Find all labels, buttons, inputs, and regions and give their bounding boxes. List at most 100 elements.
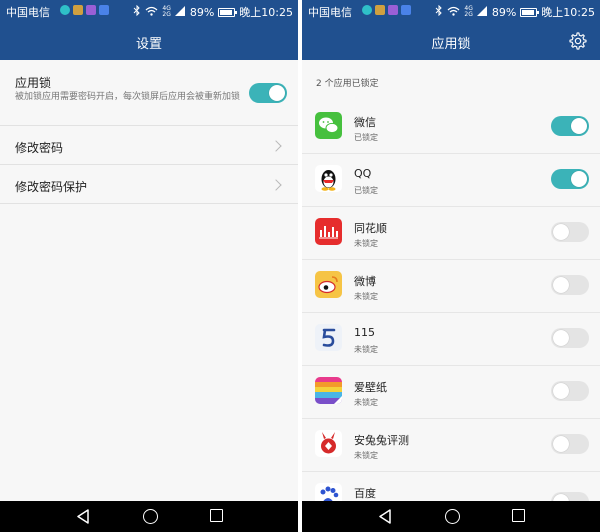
back-icon[interactable] [76,509,90,524]
lock-toggle[interactable] [551,434,589,454]
battery-percent: 89% [189,5,215,19]
back-icon[interactable] [378,509,392,524]
toggle-knob [553,330,569,346]
app-status: 已锁定 [354,133,378,142]
photo-icon [375,5,385,15]
status-bar: 中国电信 4G 2G 89% 晚上10:25 [302,0,600,22]
app-name: QQ [354,167,372,180]
app-status: 未锁定 [354,398,378,407]
app-status: 已锁定 [354,186,378,195]
app-lock-screen: 中国电信 4G 2G 89% 晚上10:25 应用锁 2 个应用已锁定 微信 已… [302,0,600,532]
app-lock-description: 被加锁应用需要密码开启，每次锁屏后应用会被重新加锁 [15,92,241,102]
change-password-protection-row[interactable]: 修改密码保护 [0,165,298,204]
app-name: 安兔兔评测 [354,434,409,447]
page-title: 应用锁 [431,37,471,52]
lock-toggle[interactable] [551,275,589,295]
navigation-bar [0,501,298,532]
change-password-protection-label: 修改密码保护 [15,180,88,194]
app-icon [86,5,96,15]
status-bar: 中国电信 4G 2G 89% 晚上10:25 [0,0,298,22]
battery-fill [522,9,535,15]
app-name: 爱壁纸 [354,381,387,394]
wifi-icon [447,6,460,19]
locked-count: 2 个应用已锁定 [316,79,379,89]
toggle-knob [553,436,569,452]
settings-screen: 中国电信 4G 2G 89% 晚上10:25 设置 应用锁 被加锁应用需要密码开… [0,0,298,532]
antutu-icon [315,430,342,457]
clock: 晚上10:25 [239,6,293,19]
notification-icon [362,5,372,15]
wallpaper-icon [315,377,342,404]
navigation-bar [302,501,600,532]
home-icon[interactable] [445,509,460,524]
toggle-knob [269,85,285,101]
settings-header: 设置 [0,22,298,60]
app-row-wallpaper[interactable]: 爱壁纸 未锁定 [302,366,600,419]
network-type: 4G 2G [464,5,473,18]
app-status: 未锁定 [354,345,378,354]
app-status: 未锁定 [354,451,378,460]
app-lock-title: 应用锁 [15,76,52,90]
115-icon [315,324,342,351]
app-status: 未锁定 [354,292,378,301]
battery-icon [218,7,238,17]
app-name: 百度 [354,487,376,500]
message-icon [401,5,411,15]
network-type: 4G 2G [162,5,171,18]
battery-fill [220,9,233,15]
app-name: 115 [354,326,375,339]
app-lock-row[interactable]: 应用锁 被加锁应用需要密码开启，每次锁屏后应用会被重新加锁 [0,60,298,126]
page-title: 设置 [135,37,162,52]
change-password-row[interactable]: 修改密码 [0,126,298,165]
app-row-tonghuashun[interactable]: 同花顺 未锁定 [302,207,600,260]
gear-icon[interactable] [568,31,588,51]
signal-icon [476,5,488,19]
carrier-label: 中国电信 [308,6,352,19]
bluetooth-icon [133,4,141,19]
home-icon[interactable] [143,509,158,524]
lock-toggle[interactable] [551,169,589,189]
app-row-weibo[interactable]: 微博 未锁定 [302,260,600,313]
battery-icon [520,7,540,17]
app-name: 同花顺 [354,222,387,235]
bluetooth-icon [435,4,443,19]
app-icon [388,5,398,15]
qq-icon [315,165,342,192]
carrier-label: 中国电信 [6,6,50,19]
app-name: 微博 [354,275,376,288]
wifi-icon [145,6,158,19]
settings-list: 应用锁 被加锁应用需要密码开启，每次锁屏后应用会被重新加锁 修改密码 修改密码保… [0,60,298,501]
tonghuashun-icon [315,218,342,245]
recent-apps-icon[interactable] [210,509,223,522]
toggle-knob [571,118,587,134]
change-password-label: 修改密码 [15,141,64,155]
app-lock-header: 应用锁 [302,22,600,60]
toggle-knob [553,277,569,293]
app-lock-content: 2 个应用已锁定 微信 已锁定 QQ 已锁定 同花顺 未锁定 微博 未锁定 11… [302,60,600,525]
toggle-knob [553,383,569,399]
app-status: 未锁定 [354,239,378,248]
lock-toggle[interactable] [551,116,589,136]
lock-toggle[interactable] [551,381,589,401]
notification-icon [60,5,70,15]
signal-icon [174,5,186,19]
app-row-qq[interactable]: QQ 已锁定 [302,154,600,207]
message-icon [99,5,109,15]
clock: 晚上10:25 [541,6,595,19]
app-name: 微信 [354,116,376,129]
chevron-right-icon [270,140,282,152]
lock-toggle[interactable] [551,222,589,242]
app-row-115[interactable]: 115 未锁定 [302,313,600,366]
toggle-knob [571,171,587,187]
recent-apps-icon[interactable] [512,509,525,522]
app-row-wechat[interactable]: 微信 已锁定 [302,101,600,154]
photo-icon [73,5,83,15]
toggle-knob [553,224,569,240]
lock-toggle[interactable] [551,328,589,348]
app-lock-toggle[interactable] [249,83,287,103]
weibo-icon [315,271,342,298]
battery-percent: 89% [491,5,517,19]
app-row-antutu[interactable]: 安兔兔评测 未锁定 [302,419,600,472]
wechat-icon [315,112,342,139]
chevron-right-icon [270,179,282,191]
